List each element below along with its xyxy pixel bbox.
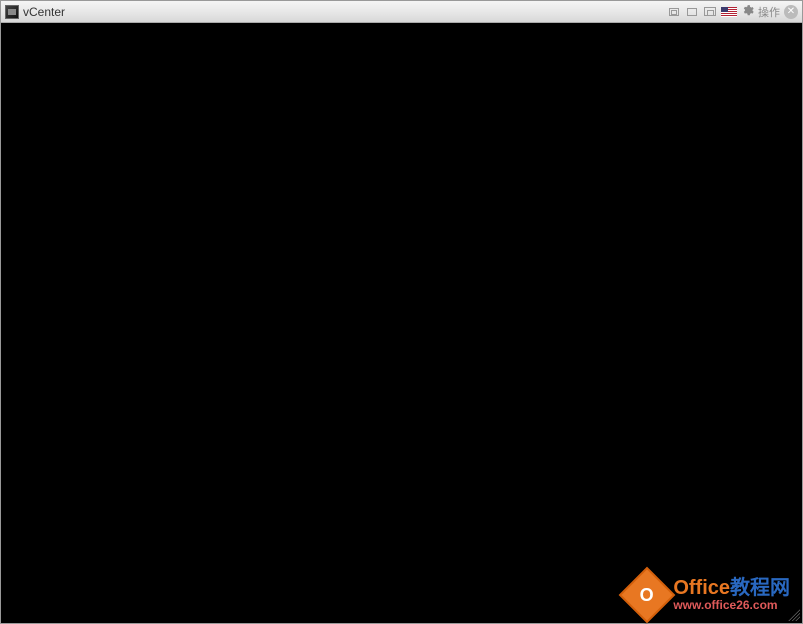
console-window: vCenter 操作 ✕ O Office教程网 www.office26.co…	[0, 0, 803, 624]
titlebar: vCenter 操作 ✕	[1, 1, 802, 23]
gear-icon[interactable]	[741, 4, 754, 20]
window-popout-icon[interactable]	[667, 6, 681, 18]
watermark-line1: Office教程网	[673, 577, 790, 599]
window-title: vCenter	[23, 5, 65, 19]
watermark-badge-text: O	[640, 584, 654, 605]
watermark: O Office教程网 www.office26.com	[627, 575, 790, 615]
watermark-text: Office教程网 www.office26.com	[673, 577, 790, 612]
watermark-suffix: 教程网	[730, 577, 790, 599]
keyboard-layout-us-flag-icon[interactable]	[721, 7, 737, 17]
resize-grip-icon[interactable]	[788, 609, 800, 621]
watermark-url: www.office26.com	[673, 599, 790, 612]
watermark-badge-icon: O	[619, 567, 676, 624]
window-restore-icon[interactable]	[685, 6, 699, 18]
watermark-brand: Office	[673, 577, 730, 599]
app-icon	[5, 5, 19, 19]
window-fullscreen-icon[interactable]	[703, 6, 717, 18]
titlebar-right: 操作 ✕	[667, 4, 798, 20]
close-icon[interactable]: ✕	[784, 5, 798, 19]
actions-menu[interactable]: 操作	[758, 4, 780, 20]
vm-console-display[interactable]: O Office教程网 www.office26.com	[1, 23, 802, 623]
titlebar-left: vCenter	[5, 5, 65, 19]
